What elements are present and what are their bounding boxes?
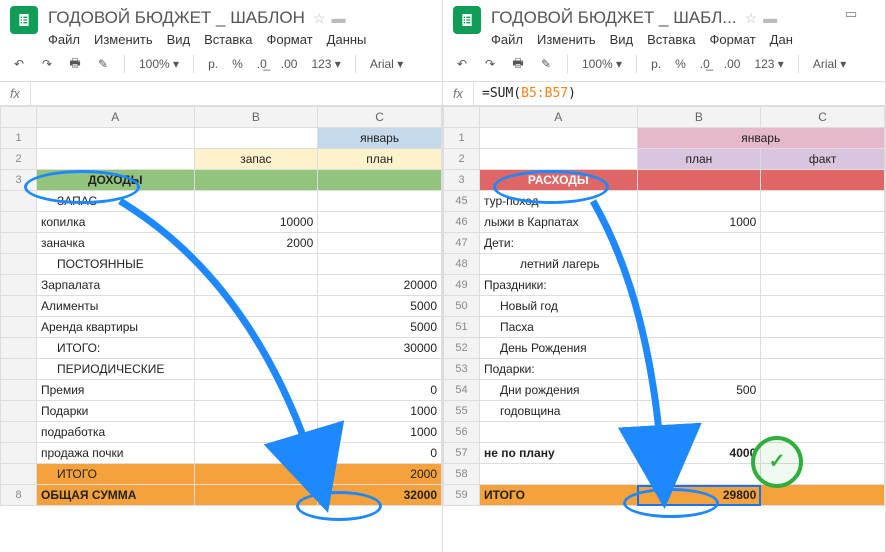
format-more-button[interactable]: 123 ▾ [307, 57, 344, 71]
font-select[interactable]: Arial ▾ [809, 57, 850, 71]
document-title[interactable]: ГОДОВОЙ БЮДЖЕТ _ ШАБЛОН☆▬ [48, 6, 432, 28]
menu-view[interactable]: Вид [610, 32, 634, 47]
right-pane: ГОДОВОЙ БЮДЖЕТ _ ШАБЛ...☆▬ Файл Изменить… [443, 0, 886, 552]
menu-edit[interactable]: Изменить [537, 32, 596, 47]
sheets-logo-icon [10, 6, 38, 34]
percent-button[interactable]: % [228, 57, 247, 71]
menu-format[interactable]: Формат [266, 32, 312, 47]
paint-format-icon[interactable]: ✎ [92, 53, 114, 75]
spreadsheet-grid[interactable]: ABC 1январь 2планфакт 3РАСХОДЫ 45 тур-по… [443, 106, 885, 552]
toolbar: ↶ ↷ 🖶 ✎ 100% ▾ р. % .0̲ .00 123 ▾ Arial … [0, 47, 442, 82]
fx-icon: fx [0, 82, 31, 105]
print-icon[interactable]: 🖶 [64, 53, 86, 75]
fx-icon: fx [443, 82, 474, 105]
percent-button[interactable]: % [671, 57, 690, 71]
spreadsheet-grid[interactable]: ABC 1январь 2запасплан 3ДОХОДЫ ЗАПАС коп… [0, 106, 442, 552]
font-select[interactable]: Arial ▾ [366, 57, 407, 71]
menu-insert[interactable]: Вставка [647, 32, 695, 47]
menu-format[interactable]: Формат [709, 32, 755, 47]
menu-insert[interactable]: Вставка [204, 32, 252, 47]
formula-input[interactable]: =SUM(B5:B57) [474, 82, 584, 105]
left-pane: ГОДОВОЙ БЮДЖЕТ _ ШАБЛОН☆▬ Файл Изменить … [0, 0, 443, 552]
decimal-inc-button[interactable]: .00 [277, 57, 302, 71]
toolbar: ↶ ↷ 🖶 ✎ 100% ▾ р. % .0̲ .00 123 ▾ Arial … [443, 47, 885, 82]
undo-icon[interactable]: ↶ [451, 53, 473, 75]
menu-view[interactable]: Вид [167, 32, 191, 47]
titlebar: ГОДОВОЙ БЮДЖЕТ _ ШАБЛ...☆▬ Файл Изменить… [443, 0, 885, 47]
star-icon[interactable]: ☆ [313, 10, 326, 26]
document-title[interactable]: ГОДОВОЙ БЮДЖЕТ _ ШАБЛ...☆▬ [491, 6, 835, 28]
print-icon[interactable]: 🖶 [507, 53, 529, 75]
folder-icon[interactable]: ▬ [763, 10, 777, 26]
menu-edit[interactable]: Изменить [94, 32, 153, 47]
titlebar: ГОДОВОЙ БЮДЖЕТ _ ШАБЛОН☆▬ Файл Изменить … [0, 0, 442, 47]
menu-data[interactable]: Данны [327, 32, 367, 47]
zoom-select[interactable]: 100% ▾ [135, 57, 183, 71]
paint-format-icon[interactable]: ✎ [535, 53, 557, 75]
decimal-dec-button[interactable]: .0̲ [696, 57, 714, 71]
menubar: Файл Изменить Вид Вставка Формат Дан [491, 32, 835, 47]
decimal-dec-button[interactable]: .0̲ [253, 57, 271, 71]
folder-icon[interactable]: ▬ [332, 10, 346, 26]
star-icon[interactable]: ☆ [745, 10, 758, 26]
comments-icon[interactable]: ▭ [845, 6, 867, 28]
menubar: Файл Изменить Вид Вставка Формат Данны [48, 32, 432, 47]
zoom-select[interactable]: 100% ▾ [578, 57, 626, 71]
menu-data[interactable]: Дан [770, 32, 793, 47]
menu-file[interactable]: Файл [48, 32, 80, 47]
redo-icon[interactable]: ↷ [36, 53, 58, 75]
format-more-button[interactable]: 123 ▾ [750, 57, 787, 71]
redo-icon[interactable]: ↷ [479, 53, 501, 75]
currency-button[interactable]: р. [204, 57, 222, 71]
annotation-arrow [443, 106, 863, 526]
undo-icon[interactable]: ↶ [8, 53, 30, 75]
menu-file[interactable]: Файл [491, 32, 523, 47]
currency-button[interactable]: р. [647, 57, 665, 71]
formula-bar[interactable]: fx [0, 82, 442, 106]
sheets-logo-icon [453, 6, 481, 34]
formula-bar[interactable]: fx =SUM(B5:B57) [443, 82, 885, 106]
decimal-inc-button[interactable]: .00 [720, 57, 745, 71]
annotation-arrow [0, 106, 400, 526]
